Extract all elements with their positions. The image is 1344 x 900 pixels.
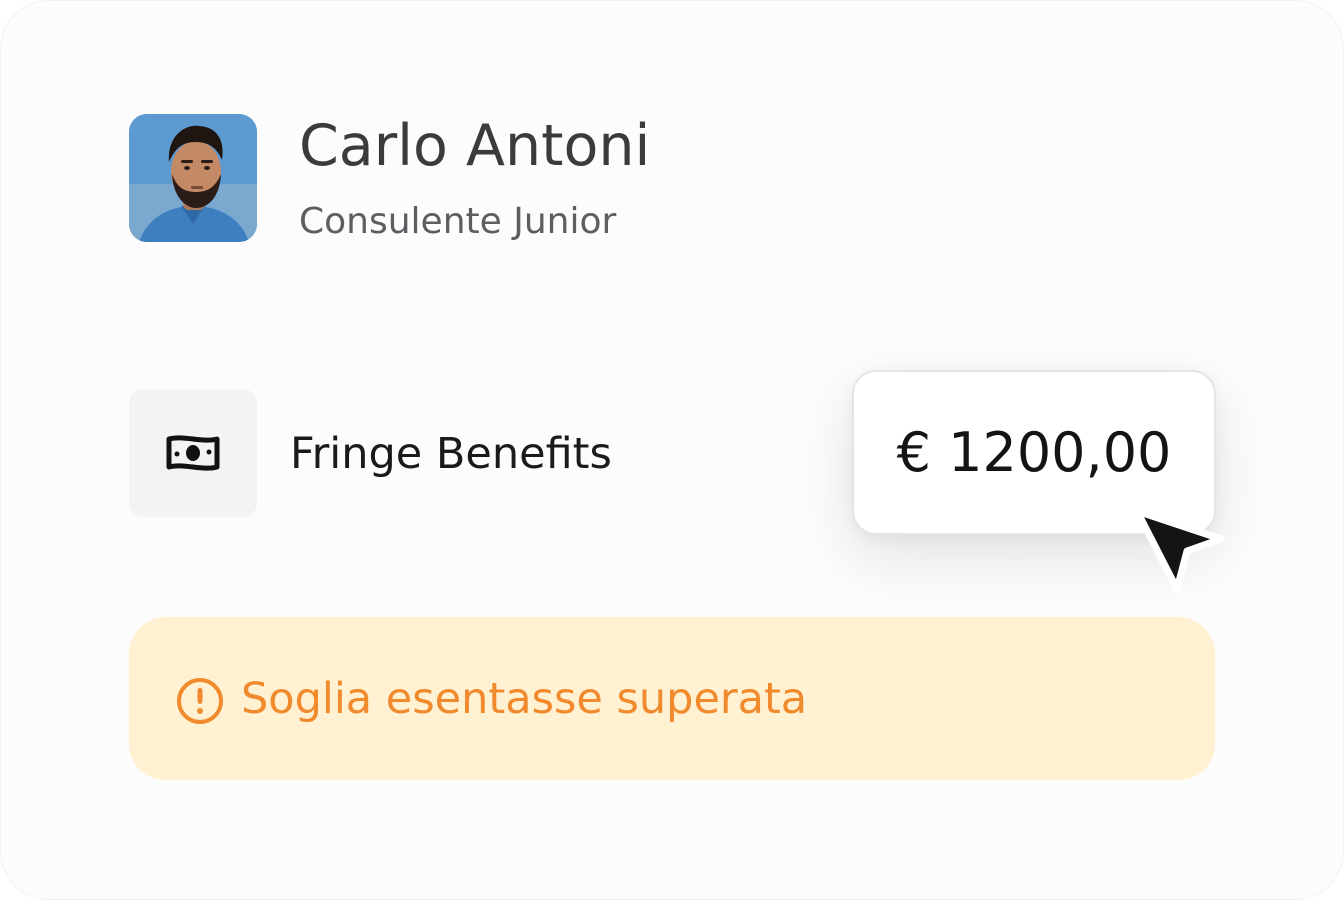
benefit-icon-box	[129, 389, 257, 517]
avatar	[129, 114, 257, 242]
employee-role: Consulente Junior	[299, 201, 617, 242]
banknote-icon	[166, 435, 220, 471]
amount-value: € 1200,00	[896, 421, 1172, 484]
employee-benefit-card: Carlo Antoni Consulente Junior Fringe Be…	[0, 0, 1344, 900]
mouse-pointer-icon	[1133, 507, 1225, 593]
avatar-photo	[129, 114, 257, 242]
employee-name: Carlo Antoni	[299, 113, 651, 179]
warning-text: Soglia esentasse superata	[241, 674, 808, 724]
benefit-label: Fringe Benefits	[290, 429, 612, 479]
alert-circle-icon	[177, 678, 223, 724]
